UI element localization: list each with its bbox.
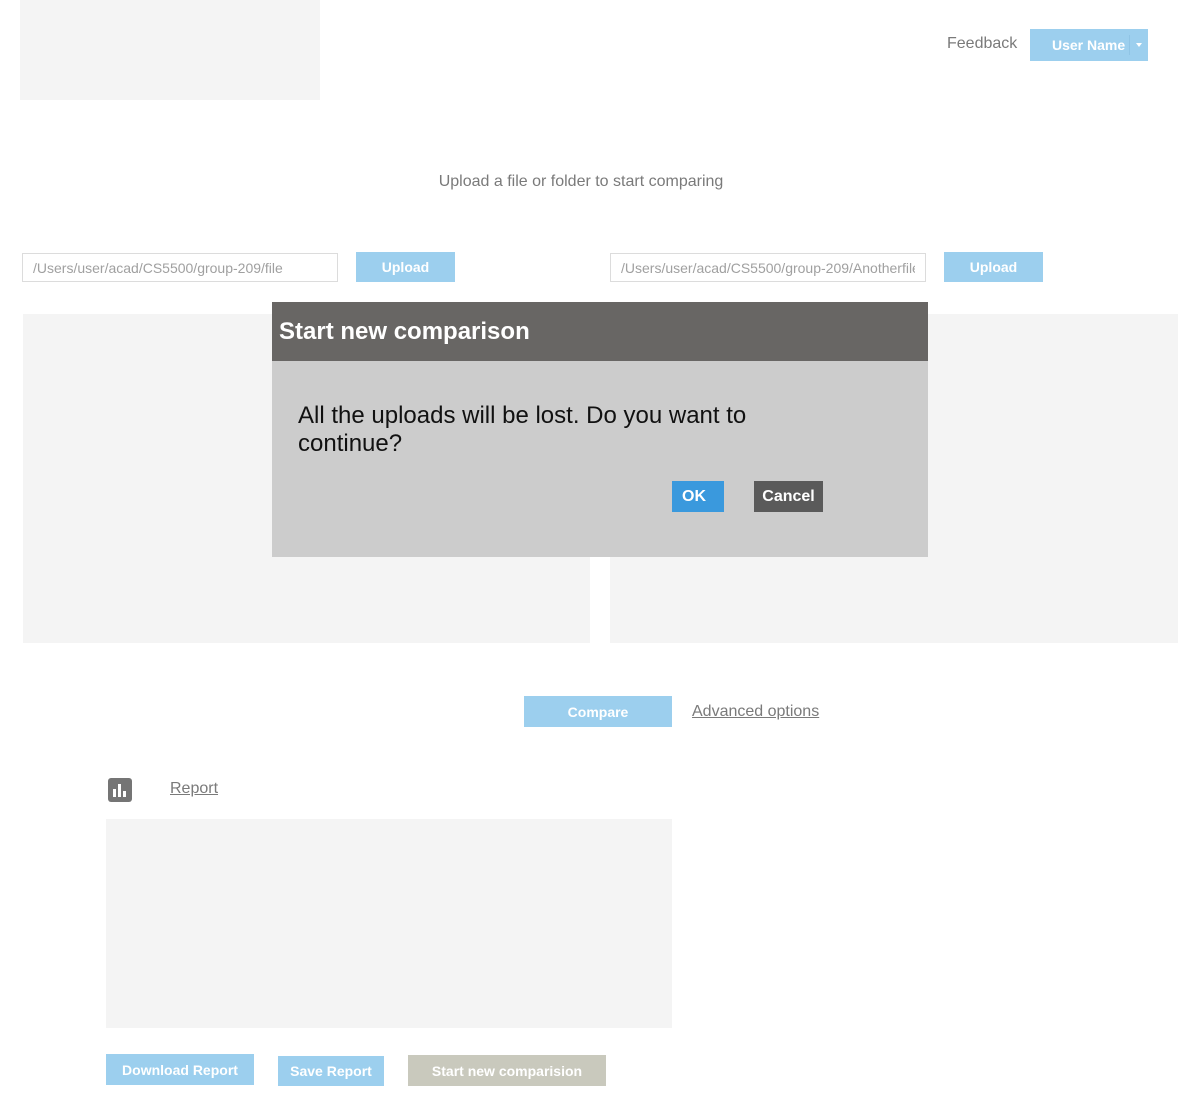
- logo-placeholder: [20, 0, 320, 100]
- report-link[interactable]: Report: [170, 780, 218, 798]
- confirm-dialog: Start new comparison All the uploads wil…: [272, 302, 928, 557]
- right-path-input[interactable]: [610, 253, 926, 282]
- left-upload-button[interactable]: Upload: [356, 252, 455, 282]
- start-new-comparison-button[interactable]: Start new comparision: [408, 1055, 606, 1086]
- compare-button[interactable]: Compare: [524, 696, 672, 727]
- report-panel: [106, 819, 672, 1028]
- advanced-options-link[interactable]: Advanced options: [692, 703, 819, 721]
- ok-button[interactable]: OK: [672, 481, 724, 512]
- cancel-button[interactable]: Cancel: [754, 481, 823, 512]
- left-path-input[interactable]: [22, 253, 338, 282]
- dialog-message: All the uploads will be lost. Do you wan…: [298, 402, 747, 457]
- upload-instruction: Upload a file or folder to start compari…: [438, 173, 724, 190]
- download-report-button[interactable]: Download Report: [106, 1054, 254, 1085]
- chevron-down-icon: [1136, 43, 1142, 47]
- user-menu-divider: [1129, 35, 1130, 55]
- bar-chart-icon: [108, 778, 132, 802]
- save-report-button[interactable]: Save Report: [278, 1056, 384, 1086]
- feedback-link[interactable]: Feedback: [947, 35, 1017, 53]
- user-menu-label: User Name: [1052, 37, 1126, 53]
- user-menu-button[interactable]: User Name: [1030, 29, 1148, 61]
- right-upload-button[interactable]: Upload: [944, 252, 1043, 282]
- dialog-title: Start new comparison: [272, 302, 928, 361]
